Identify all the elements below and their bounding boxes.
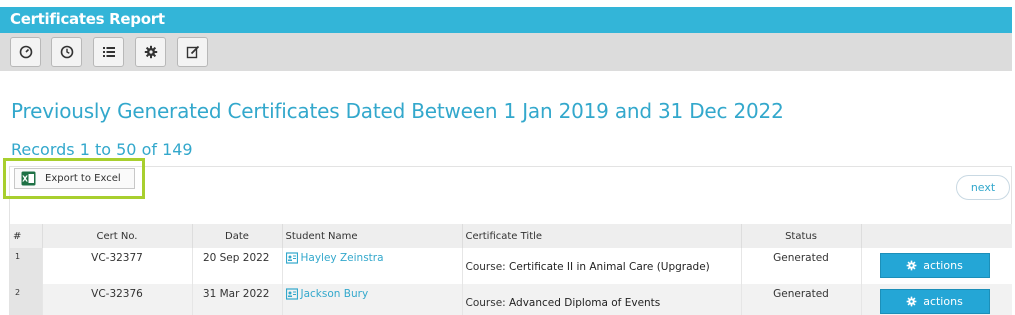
cert-date: 20 Sep 2022 — [192, 248, 283, 284]
actions-label: actions — [923, 259, 963, 272]
cert-no: VC-32376 — [42, 284, 193, 315]
window-title: Certificates Report — [10, 10, 165, 28]
dashboard-button[interactable] — [10, 37, 41, 67]
row-number: 1 — [10, 248, 43, 284]
col-header-student[interactable]: Student Name — [282, 224, 463, 248]
row-number: 2 — [10, 284, 43, 315]
cert-date: 31 Mar 2022 — [192, 284, 283, 315]
edit-icon — [186, 45, 199, 59]
student-card-icon — [285, 252, 298, 264]
actions-button[interactable]: actions — [879, 253, 990, 278]
records-count: Records 1 to 50 of 149 — [11, 140, 193, 159]
table-row: 1 VC-32377 20 Sep 2022 Hayley Zeinstra C… — [10, 248, 1012, 284]
svg-text:X: X — [22, 175, 28, 184]
student-link[interactable]: Hayley Zeinstra — [285, 252, 384, 264]
course-prefix: Course: — [465, 261, 506, 273]
certificate-title-cell: Course: Advanced Diploma of Events — [462, 284, 742, 315]
export-to-excel-button[interactable]: X Export to Excel — [14, 168, 135, 189]
student-name: Jackson Bury — [300, 288, 369, 300]
table-header-row: # Cert No. Date Student Name Certificate… — [10, 224, 1012, 248]
export-label: Export to Excel — [45, 173, 121, 184]
actions-label: actions — [923, 295, 963, 308]
col-header-date[interactable]: Date — [192, 224, 283, 248]
toolbar — [0, 33, 1012, 71]
col-header-actions — [861, 224, 1012, 248]
student-link[interactable]: Jackson Bury — [285, 288, 369, 300]
window-title-bar: Certificates Report — [0, 7, 1012, 33]
course-name: Advanced Diploma of Events — [509, 297, 661, 309]
gear-icon — [906, 260, 917, 271]
clock-icon — [60, 45, 73, 59]
table-row: 2 VC-32376 31 Mar 2022 Jackson Bury Cour… — [10, 284, 1012, 315]
actions-cell: actions — [861, 248, 1012, 284]
actions-cell: actions — [861, 284, 1012, 315]
status-cell: Generated — [741, 248, 862, 284]
next-page-button[interactable]: next — [956, 175, 1010, 200]
excel-icon: X — [21, 171, 36, 186]
edit-button[interactable] — [177, 37, 208, 67]
col-header-title[interactable]: Certificate Title — [462, 224, 742, 248]
student-cell: Jackson Bury — [282, 284, 463, 315]
history-button[interactable] — [51, 37, 82, 67]
certificate-title-cell: Course: Certificate II in Animal Care (U… — [462, 248, 742, 284]
page-title: Previously Generated Certificates Dated … — [11, 99, 784, 123]
list-icon — [102, 47, 115, 57]
student-card-icon — [285, 288, 298, 300]
student-cell: Hayley Zeinstra — [282, 248, 463, 284]
course-prefix: Course: — [465, 297, 506, 309]
col-header-status[interactable]: Status — [741, 224, 862, 248]
student-name: Hayley Zeinstra — [300, 252, 384, 264]
actions-button[interactable]: actions — [879, 289, 990, 314]
col-header-num: # — [10, 224, 43, 248]
list-button[interactable] — [93, 37, 124, 67]
settings-button[interactable] — [135, 37, 166, 67]
status-cell: Generated — [741, 284, 862, 315]
col-header-cert-no[interactable]: Cert No. — [42, 224, 193, 248]
certificates-table: # Cert No. Date Student Name Certificate… — [10, 224, 1012, 315]
course-name: Certificate II in Animal Care (Upgrade) — [509, 261, 710, 273]
cert-no: VC-32377 — [42, 248, 193, 284]
gear-icon — [906, 296, 917, 307]
dashboard-icon — [19, 45, 32, 59]
gear-icon — [144, 45, 157, 59]
